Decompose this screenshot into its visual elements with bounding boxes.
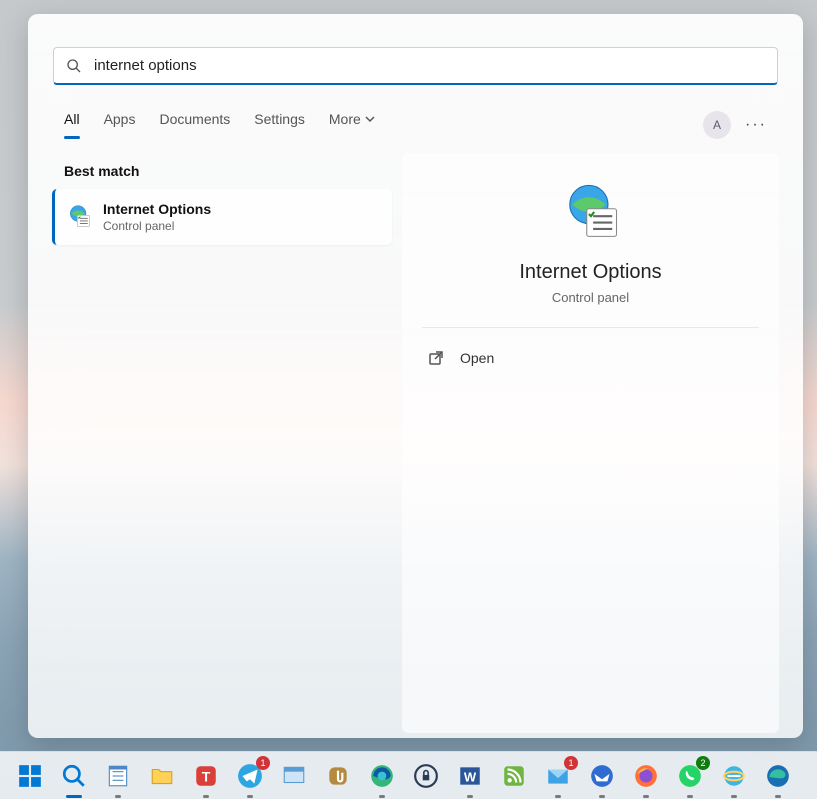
whatsapp-badge: 2 — [696, 756, 710, 770]
result-title: Internet Options — [103, 201, 211, 217]
tab-documents[interactable]: Documents — [159, 111, 230, 139]
taskbar-mail[interactable]: 1 — [542, 760, 574, 792]
taskbar-word[interactable]: W — [454, 760, 486, 792]
more-options-button[interactable]: ··· — [745, 116, 767, 134]
user-avatar[interactable]: A — [703, 111, 731, 139]
tab-settings[interactable]: Settings — [254, 111, 305, 139]
taskbar-ie[interactable] — [718, 760, 750, 792]
tabs-row: All Apps Documents Settings More A ··· — [28, 105, 803, 145]
tab-all[interactable]: All — [64, 111, 80, 139]
taskbar-app-generic[interactable] — [278, 760, 310, 792]
taskbar-attachment[interactable] — [322, 760, 354, 792]
detail-title: Internet Options — [519, 261, 661, 284]
internet-options-icon — [557, 179, 625, 247]
result-subtitle: Control panel — [103, 219, 211, 233]
mail-badge: 1 — [564, 756, 578, 770]
search-box[interactable] — [53, 47, 778, 85]
taskbar-file-explorer[interactable] — [146, 760, 178, 792]
taskbar-notepad[interactable] — [102, 760, 134, 792]
start-button[interactable] — [14, 760, 46, 792]
tab-more[interactable]: More — [329, 111, 375, 139]
internet-options-icon — [65, 203, 93, 231]
search-button[interactable] — [58, 760, 90, 792]
open-icon — [428, 350, 444, 366]
search-panel: All Apps Documents Settings More A ··· B… — [28, 14, 803, 738]
svg-text:T: T — [202, 768, 211, 784]
taskbar-firefox[interactable] — [630, 760, 662, 792]
search-input[interactable] — [94, 57, 765, 74]
detail-panel: Internet Options Control panel Open — [402, 153, 779, 733]
taskbar: T 1 W 1 2 — [0, 751, 817, 799]
taskbar-thunderbird[interactable] — [586, 760, 618, 792]
taskbar-whatsapp[interactable]: 2 — [674, 760, 706, 792]
tab-more-label: More — [329, 111, 361, 127]
telegram-badge: 1 — [256, 756, 270, 770]
result-internet-options[interactable]: Internet Options Control panel — [52, 189, 392, 245]
chevron-down-icon — [365, 114, 375, 124]
taskbar-edge-alt[interactable] — [762, 760, 794, 792]
taskbar-todoist[interactable]: T — [190, 760, 222, 792]
taskbar-rss[interactable] — [498, 760, 530, 792]
open-label: Open — [460, 350, 494, 366]
open-action[interactable]: Open — [422, 342, 759, 374]
divider — [422, 327, 759, 328]
results-column: Best match Internet Options Control pane… — [52, 153, 392, 733]
taskbar-edge[interactable] — [366, 760, 398, 792]
svg-text:W: W — [464, 769, 477, 784]
search-icon — [66, 58, 82, 74]
taskbar-lock-app[interactable] — [410, 760, 442, 792]
detail-subtitle: Control panel — [552, 290, 629, 305]
best-match-header: Best match — [64, 163, 392, 179]
tab-apps[interactable]: Apps — [104, 111, 136, 139]
taskbar-telegram[interactable]: 1 — [234, 760, 266, 792]
